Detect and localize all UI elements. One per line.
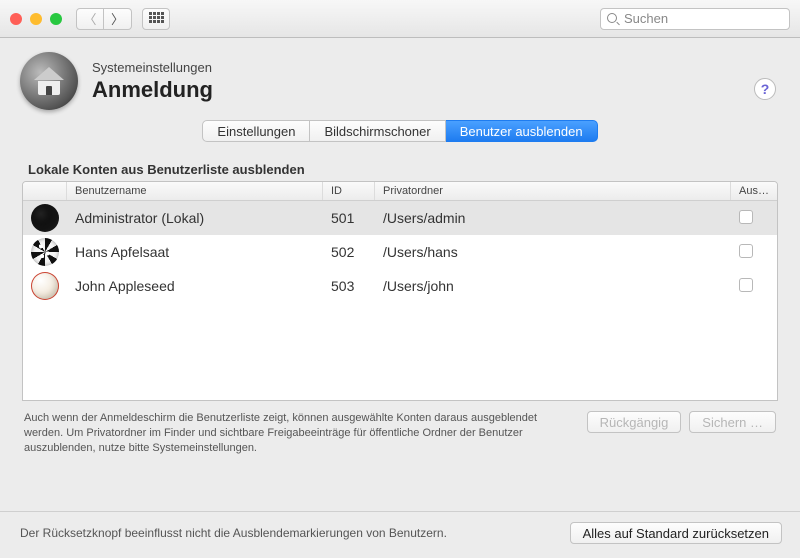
section-note: Auch wenn der Anmeldeschirm die Benutzer…	[24, 411, 579, 456]
footer-note: Der Rücksetzknopf beeinflusst nicht die …	[20, 526, 447, 540]
cell-id: 502	[323, 241, 375, 263]
table-header: Benutzername ID Privatordner Aus…	[23, 182, 777, 201]
user-avatar-icon	[31, 204, 59, 232]
search-field[interactable]: Suchen	[600, 8, 790, 30]
forward-button[interactable]: 〉	[104, 8, 132, 30]
minimize-window-button[interactable]	[30, 13, 42, 25]
tab-benutzer-ausblenden[interactable]: Benutzer ausblenden	[446, 120, 598, 142]
tab-einstellungen[interactable]: Einstellungen	[202, 120, 310, 142]
breadcrumb[interactable]: Systemeinstellungen	[92, 60, 213, 75]
chevron-right-icon: 〉	[111, 9, 124, 28]
cell-username: John Appleseed	[67, 275, 323, 297]
table-row[interactable]: Administrator (Lokal)501/Users/admin	[23, 201, 777, 235]
tab-bildschirmschoner[interactable]: Bildschirmschoner	[310, 120, 445, 142]
show-all-button[interactable]	[142, 8, 170, 30]
hide-checkbox[interactable]	[739, 278, 753, 292]
user-avatar-icon	[31, 238, 59, 266]
col-id[interactable]: ID	[323, 182, 375, 200]
help-icon: ?	[761, 81, 770, 97]
hide-checkbox[interactable]	[739, 210, 753, 224]
table-row[interactable]: Hans Apfelsaat502/Users/hans	[23, 235, 777, 269]
revert-button[interactable]: Rückgängig	[587, 411, 682, 433]
reset-button[interactable]: Alles auf Standard zurücksetzen	[570, 522, 782, 544]
footer: Der Rücksetzknopf beeinflusst nicht die …	[0, 511, 800, 558]
header: Systemeinstellungen Anmeldung ?	[0, 38, 800, 114]
nav-buttons: 〈 〉	[76, 8, 132, 30]
user-avatar-icon	[31, 272, 59, 300]
help-button[interactable]: ?	[754, 78, 776, 100]
content-panel: Lokale Konten aus Benutzerliste ausblend…	[22, 158, 778, 511]
user-table: Benutzername ID Privatordner Aus… Admini…	[22, 181, 778, 401]
close-window-button[interactable]	[10, 13, 22, 25]
chevron-left-icon: 〈	[83, 9, 96, 28]
house-icon	[34, 67, 64, 95]
cell-username: Hans Apfelsaat	[67, 241, 323, 263]
tabs: Einstellungen Bildschirmschoner Benutzer…	[0, 120, 800, 142]
hide-checkbox[interactable]	[739, 244, 753, 258]
titlebar: 〈 〉 Suchen	[0, 0, 800, 38]
table-body: Administrator (Lokal)501/Users/adminHans…	[23, 201, 777, 303]
maximize-window-button[interactable]	[50, 13, 62, 25]
col-home[interactable]: Privatordner	[375, 182, 731, 200]
below-table-row: Auch wenn der Anmeldeschirm die Benutzer…	[22, 401, 778, 456]
grid-icon	[149, 12, 163, 26]
col-username[interactable]: Benutzername	[67, 182, 323, 200]
page-title: Anmeldung	[92, 77, 213, 103]
table-row[interactable]: John Appleseed503/Users/john	[23, 269, 777, 303]
cell-home: /Users/john	[375, 275, 731, 297]
traffic-lights	[10, 13, 62, 25]
pane-icon	[20, 52, 78, 110]
section-label: Lokale Konten aus Benutzerliste ausblend…	[28, 162, 778, 177]
cell-id: 503	[323, 275, 375, 297]
cell-home: /Users/hans	[375, 241, 731, 263]
col-icon[interactable]	[23, 182, 67, 200]
cell-id: 501	[323, 207, 375, 229]
save-button[interactable]: Sichern …	[689, 411, 776, 433]
search-icon	[607, 13, 619, 25]
back-button[interactable]: 〈	[76, 8, 104, 30]
cell-home: /Users/admin	[375, 207, 731, 229]
col-hide[interactable]: Aus…	[731, 182, 777, 200]
search-placeholder: Suchen	[624, 11, 668, 26]
cell-username: Administrator (Lokal)	[67, 207, 323, 229]
